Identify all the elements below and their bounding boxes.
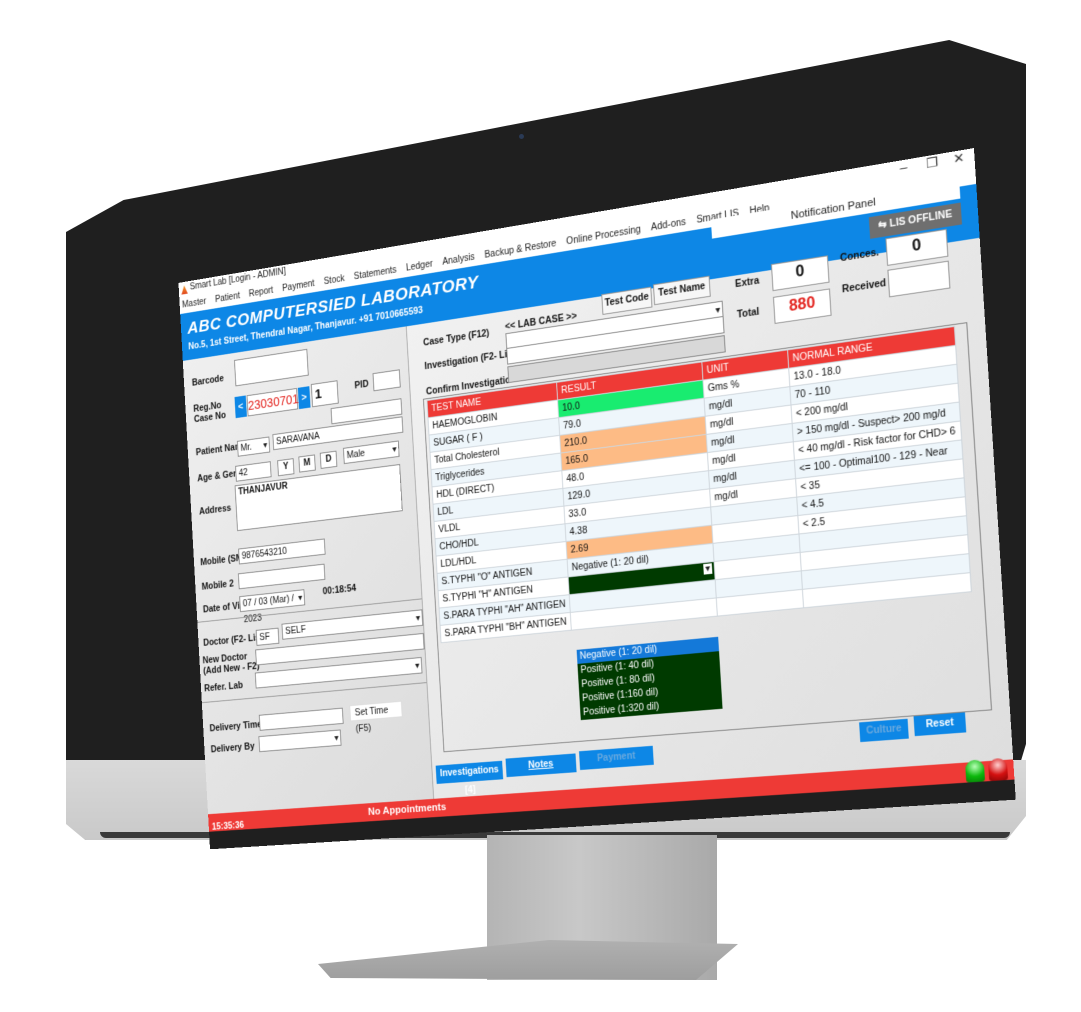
menu-patient[interactable]: Patient [215, 291, 240, 305]
age-unit-days[interactable]: D [319, 450, 338, 469]
visit-time: 00:18:54 [322, 583, 357, 598]
investigation-label: Investigation (F2- List) [424, 348, 519, 373]
patient-panel: Barcode Reg.No Case No < 23030701 > 1 PI… [182, 326, 435, 815]
doctor-code-input[interactable]: SF [255, 627, 280, 646]
mobile-input[interactable]: 9876543210 [238, 538, 326, 565]
investigation-panel: Case Type (F12) << LAB CASE >> Test Code… [406, 228, 1014, 799]
reset-button[interactable]: Reset [913, 712, 967, 737]
next-reg-button[interactable]: > [297, 386, 311, 410]
total-label: Total [736, 306, 760, 321]
app-window: Smart Lab [Login - ADMIN] – ❐ ✕ Master P… [178, 148, 1016, 850]
gender-value: Male [346, 448, 366, 461]
case-type-label: Case Type (F12) [422, 328, 490, 349]
age-unit-years[interactable]: Y [277, 458, 295, 477]
result-dropdown-list[interactable]: Negative (1: 20 dil) Positive (1: 40 dil)… [576, 636, 723, 721]
received-input[interactable] [887, 260, 951, 298]
total-value: 880 [772, 288, 832, 324]
notes-button[interactable]: Notes [505, 753, 577, 778]
monitor-stand-foot [318, 940, 738, 980]
delivery-by-label: Delivery By [210, 741, 255, 756]
received-label: Received [841, 278, 887, 296]
lis-status-label: LIS OFFLINE [889, 208, 953, 230]
menu-report[interactable]: Report [249, 286, 274, 300]
swap-arrows-icon: ⇆ [878, 218, 890, 232]
pid-input[interactable] [372, 369, 401, 392]
reg-no-field[interactable]: 23030701 [246, 387, 299, 417]
online-indicator-icon [964, 759, 986, 783]
delivery-time-label: Delivery Time [209, 719, 263, 735]
set-time-button[interactable]: Set Time (F5) [349, 700, 403, 735]
appointments-status: No Appointments [367, 801, 447, 818]
menu-analysis[interactable]: Analysis [442, 252, 475, 267]
title-select[interactable]: Mr. [236, 436, 271, 457]
culture-button: Culture [859, 718, 909, 743]
chevron-down-icon[interactable]: ▾ [703, 563, 713, 575]
title-value: Mr. [240, 442, 253, 454]
mobile2-input[interactable] [237, 563, 326, 590]
delivery-time-input[interactable] [258, 707, 344, 731]
payment-button: Payment [579, 745, 654, 771]
prev-reg-button[interactable]: < [234, 395, 247, 419]
refer-lab-label: Refer. Lab [204, 680, 244, 695]
menu-ledger[interactable]: Ledger [406, 259, 433, 273]
menu-master[interactable]: Master [182, 297, 207, 311]
close-button[interactable]: ✕ [945, 148, 973, 168]
case-no-field[interactable]: 1 [310, 380, 339, 408]
delivery-by-select[interactable] [258, 729, 342, 753]
barcode-label: Barcode [191, 374, 225, 389]
barcode-input[interactable] [234, 348, 309, 387]
mobile2-label: Mobile 2 [201, 579, 234, 593]
offline-indicator-icon [987, 757, 1009, 782]
app-icon [181, 285, 188, 295]
menu-add-ons[interactable]: Add-ons [651, 217, 687, 233]
gender-select[interactable]: Male [342, 440, 400, 465]
monitor: Smart Lab [Login - ADMIN] – ❐ ✕ Master P… [0, 0, 1081, 1012]
age-input[interactable]: 42 [235, 461, 272, 482]
pid-label: PID [354, 379, 369, 392]
restore-button[interactable]: ❐ [918, 153, 946, 173]
extra-label: Extra [734, 275, 760, 290]
visit-date-value: 07 / 03 (Mar) / 2023 [242, 593, 295, 625]
visit-date-picker[interactable]: 07 / 03 (Mar) / 2023 [239, 589, 306, 625]
doctor-name-value: SELF [284, 624, 307, 637]
menu-payment[interactable]: Payment [282, 279, 315, 294]
minimize-button[interactable]: – [890, 158, 917, 177]
investigations-button[interactable]: Investigations [4] [435, 760, 504, 796]
address-label: Address [198, 503, 232, 518]
menu-stock[interactable]: Stock [323, 274, 344, 287]
age-unit-months[interactable]: M [298, 454, 316, 473]
